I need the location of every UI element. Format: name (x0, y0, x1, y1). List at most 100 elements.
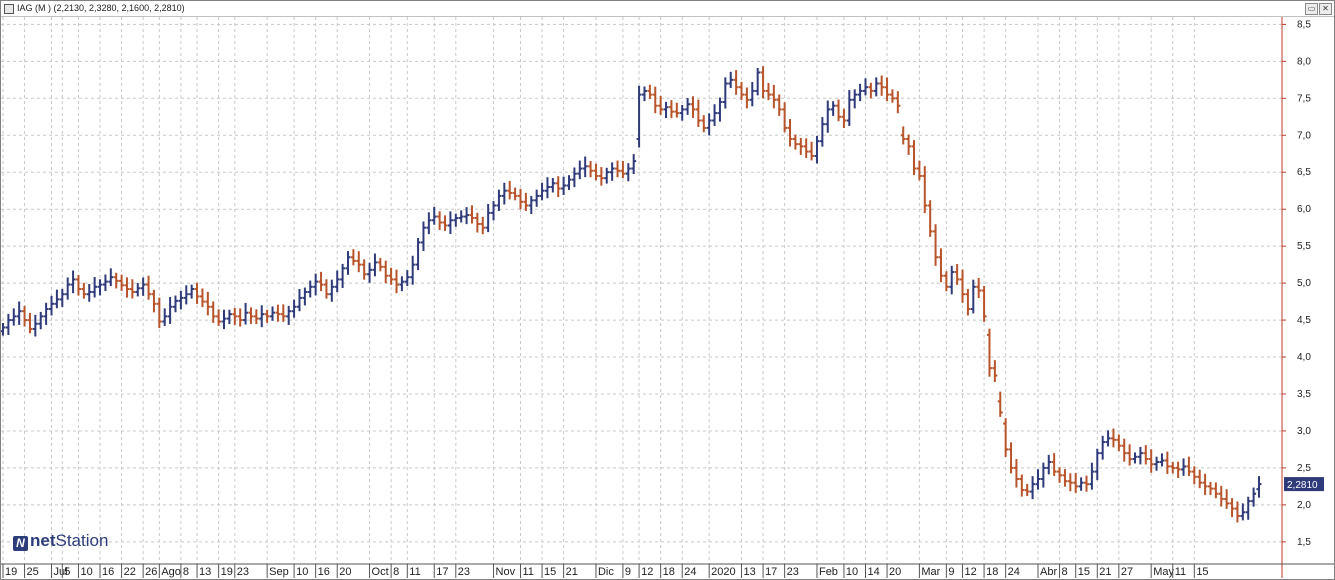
x-tick-label: 10 (80, 566, 92, 578)
ohlc-bar (550, 177, 556, 193)
ohlc-bar (733, 70, 739, 95)
ohlc-bar (879, 75, 885, 96)
ohlc-bar (787, 119, 793, 147)
ohlc-bar (728, 71, 734, 88)
ohlc-bar (162, 308, 168, 326)
ohlc-bar (814, 135, 820, 164)
ohlc-bar (27, 312, 33, 334)
x-tick-label: 12 (641, 566, 653, 578)
x-tick-label: Mar (921, 566, 940, 578)
x-tick-label: 10 (296, 566, 308, 578)
ohlc-bar (965, 288, 971, 316)
x-tick-label: 17 (765, 566, 777, 578)
ohlc-bar (135, 282, 141, 297)
ohlc-bar (1197, 469, 1203, 489)
ohlc-bar (1003, 418, 1009, 457)
ohlc-bar (825, 100, 831, 133)
ohlc-bar (911, 140, 917, 176)
ohlc-bar (949, 265, 955, 295)
ohlc-bar (900, 126, 906, 145)
ohlc-bar (97, 279, 103, 296)
ohlc-bar (1164, 451, 1170, 474)
ohlc-bar (544, 177, 550, 199)
ohlc-bar (846, 90, 852, 126)
ohlc-bar (717, 97, 723, 122)
ohlc-bar (199, 288, 205, 308)
ohlc-bar (70, 270, 76, 294)
ohlc-bar (410, 255, 416, 285)
ohlc-bar (938, 248, 944, 283)
ohlc-bar (16, 301, 22, 325)
ohlc-bar (442, 215, 448, 231)
ohlc-bar (280, 304, 286, 322)
x-tick-label: Nov (496, 566, 516, 578)
ohlc-bar (1067, 473, 1073, 492)
ohlc-bar (1148, 449, 1154, 473)
x-tick-label: 17 (436, 566, 448, 578)
ohlc-bar (345, 251, 351, 275)
ohlc-bar (75, 274, 81, 296)
ohlc-bar (140, 277, 146, 296)
ohlc-bar (566, 175, 572, 190)
ohlc-bar (1035, 469, 1041, 490)
ohlc-bar (852, 89, 858, 109)
ohlc-bar (334, 270, 340, 293)
x-tick-label: 13 (199, 566, 211, 578)
ohlc-bar (1181, 458, 1187, 476)
ohlc-bar (636, 85, 642, 148)
x-tick-label: Sep (269, 566, 289, 578)
ohlc-bar (695, 99, 701, 127)
ohlc-bar (426, 212, 432, 235)
ohlc-bar (679, 104, 685, 121)
ohlc-bar (1240, 503, 1246, 521)
last-value-label: 2,2810 (1287, 480, 1318, 491)
ohlc-bar (577, 160, 583, 180)
x-tick-label: 20 (339, 566, 351, 578)
x-tick-label: 19 (5, 566, 17, 578)
ohlc-bar (663, 101, 669, 118)
restore-button[interactable]: ▭ (1305, 3, 1318, 15)
ohlc-bar (172, 295, 178, 313)
x-tick-label: 11 (1175, 566, 1186, 578)
x-tick-label: Abr (1040, 566, 1057, 578)
ohlc-bar (981, 286, 987, 322)
ohlc-bar (933, 224, 939, 266)
window-title: IAG (M ) (2,2130, 2,3280, 2,1600, 2,2810… (17, 3, 185, 13)
window-titlebar[interactable]: IAG (M ) (2,2130, 2,3280, 2,1600, 2,2810… (1, 1, 1334, 17)
x-tick-label: 21 (566, 566, 578, 578)
ohlc-bar (178, 290, 184, 310)
ohlc-bar (264, 309, 270, 323)
x-tick-label: 8 (393, 566, 399, 578)
price-chart[interactable]: 1,5 2,0 2,5 3,0 3,5 4,0 4,5 5,0 5,5 6,0 6,5 7,0 7,5 8… (1, 17, 1334, 579)
ohlc-bar (992, 360, 998, 383)
ohlc-bar (189, 284, 195, 299)
ohlc-bar (361, 259, 367, 280)
ohlc-bar (749, 82, 755, 107)
ohlc-bar (916, 160, 922, 181)
ohlc-bar (722, 77, 728, 109)
x-tick-label: 23 (237, 566, 249, 578)
ohlc-bar (615, 160, 621, 178)
ohlc-bar (922, 166, 928, 214)
ohlc-bar (1073, 472, 1079, 493)
ohlc-bar (323, 279, 329, 299)
ohlc-bar (313, 273, 319, 296)
ohlc-bar (372, 253, 378, 277)
ohlc-bar (447, 211, 453, 235)
ohlc-bar (997, 391, 1003, 417)
ohlc-bar (49, 295, 55, 316)
y-tick-label: 3,5 (1297, 389, 1311, 400)
ohlc-bar (1207, 481, 1213, 496)
x-tick-label: 26 (145, 566, 157, 578)
y-tick-label: 7,5 (1297, 93, 1311, 104)
ohlc-bar (356, 251, 362, 273)
ohlc-bar (1137, 446, 1143, 465)
ohlc-bar (668, 100, 674, 119)
ohlc-bar (86, 283, 92, 302)
ohlc-bar (782, 102, 788, 133)
ohlc-bar (275, 304, 281, 322)
close-button[interactable]: ✕ (1319, 3, 1332, 15)
ohlc-bar (221, 309, 227, 330)
x-tick-label: 11 (409, 566, 420, 578)
y-tick-label: 5,0 (1297, 278, 1311, 289)
